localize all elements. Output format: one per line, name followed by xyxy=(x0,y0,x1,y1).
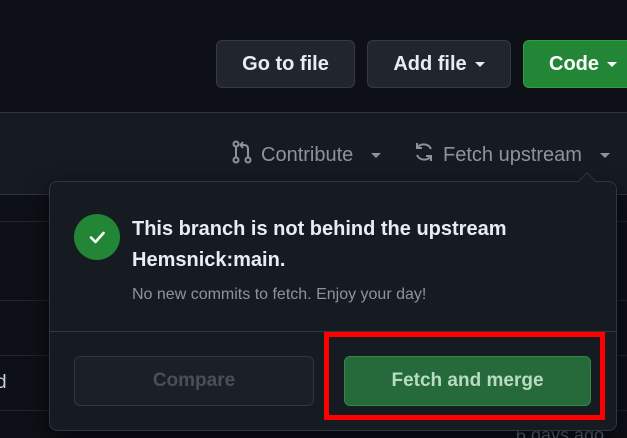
chevron-down-icon xyxy=(607,61,617,67)
git-pull-request-icon xyxy=(231,140,253,170)
contribute-dropdown[interactable]: Contribute xyxy=(231,140,382,170)
popover-title: This branch is not behind the upstream H… xyxy=(132,218,507,271)
compare-label: Compare xyxy=(152,370,236,391)
go-to-file-button[interactable]: Go to file xyxy=(216,40,355,88)
sync-icon xyxy=(413,141,435,169)
check-circle-icon xyxy=(74,214,120,260)
add-file-label: Add file xyxy=(393,52,467,75)
code-button[interactable]: Code xyxy=(523,40,627,88)
repository-page: Go to file Add file Code d 6 days ago Co… xyxy=(0,0,627,438)
chevron-down-icon xyxy=(474,61,485,67)
fetch-upstream-dropdown[interactable]: Fetch upstream xyxy=(413,140,610,170)
fetch-upstream-popover: This branch is not behind the upstream H… xyxy=(49,181,617,431)
chevron-down-icon xyxy=(371,152,382,158)
chevron-down-icon xyxy=(599,152,610,158)
contribute-label: Contribute xyxy=(261,143,354,166)
fetch-and-merge-label: Fetch and merge xyxy=(391,370,544,391)
popover-divider xyxy=(50,331,616,332)
list-item: d xyxy=(0,372,7,393)
add-file-button[interactable]: Add file xyxy=(367,40,511,88)
go-to-file-label: Go to file xyxy=(242,52,329,75)
popover-subtitle: No new commits to fetch. Enjoy your day! xyxy=(132,286,427,303)
fetch-upstream-label: Fetch upstream xyxy=(443,143,582,166)
compare-button[interactable]: Compare xyxy=(74,356,314,406)
fetch-and-merge-button[interactable]: Fetch and merge xyxy=(344,356,591,406)
code-label: Code xyxy=(549,52,599,75)
